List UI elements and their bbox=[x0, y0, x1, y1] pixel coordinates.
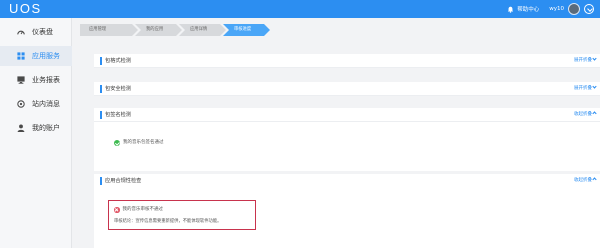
help-center-label: 帮助中心 bbox=[517, 7, 540, 13]
user-menu[interactable]: wy10 bbox=[549, 3, 594, 15]
signature-status: 我的音乐包签名通过 bbox=[114, 140, 164, 146]
toggle-label: 收起折叠 bbox=[574, 112, 592, 117]
expand-toggle[interactable]: 展开折叠 bbox=[574, 84, 597, 93]
sidebar-item-dashboard[interactable]: 仪表盘 bbox=[0, 22, 72, 42]
sidebar-item-messages[interactable]: 站内消息 bbox=[0, 94, 72, 114]
error-icon bbox=[114, 207, 120, 213]
card-title: 包安全检测 bbox=[105, 86, 131, 92]
breadcrumb-app-management[interactable]: 应用管理 bbox=[80, 24, 138, 36]
toggle-label: 收起折叠 bbox=[574, 178, 592, 183]
username-label: wy10 bbox=[549, 6, 564, 12]
help-center-link[interactable]: 帮助中心 bbox=[507, 5, 539, 13]
card-title: 包格式检测 bbox=[105, 58, 131, 64]
collapse-toggle[interactable]: 收起折叠 bbox=[574, 111, 597, 119]
user-icon bbox=[17, 124, 25, 132]
chevron-down-icon[interactable] bbox=[584, 4, 594, 14]
card-package-security-check: 包安全检测 展开折叠 bbox=[94, 82, 600, 96]
chevron-up-icon bbox=[592, 177, 597, 182]
breadcrumb-review-progress: 审核进度 bbox=[223, 24, 270, 36]
review-failure-box: 我的音乐审核不通过 审核结论：宣传信息需要重新提供，不能体现软件功能。 bbox=[108, 200, 256, 230]
bell-icon bbox=[508, 6, 514, 13]
avatar[interactable] bbox=[568, 3, 580, 15]
card-package-signature-check: 包签名检测 收起折叠 我的音乐包签名通过 bbox=[94, 108, 600, 171]
sidebar-item-label: 应用服务 bbox=[32, 52, 60, 60]
expand-toggle[interactable]: 展开折叠 bbox=[574, 56, 597, 65]
card-header: 包安全检测 展开折叠 bbox=[94, 82, 600, 96]
chevron-up-icon bbox=[592, 111, 597, 116]
sidebar-item-app-services[interactable]: 应用服务 bbox=[0, 46, 72, 66]
breadcrumb: 应用管理 我的应用 应用详情 审核进度 bbox=[80, 24, 270, 36]
card-accent-bar bbox=[100, 111, 102, 119]
message-icon bbox=[17, 100, 25, 108]
failure-status: 我的音乐审核不通过 bbox=[114, 207, 163, 213]
sidebar-item-label: 业务报表 bbox=[32, 76, 60, 84]
sidebar-item-label: 站内消息 bbox=[32, 100, 60, 108]
top-right-area: 帮助中心 wy10 bbox=[497, 0, 594, 18]
sidebar-item-label: 我的账户 bbox=[32, 124, 60, 132]
top-bar: UOS 帮助中心 wy10 bbox=[0, 0, 600, 18]
card-header: 包格式检测 展开折叠 bbox=[94, 54, 600, 68]
chevron-down-icon bbox=[592, 56, 597, 61]
card-compliance-check: 应用合规性检查 收起折叠 我的音乐审核不通过 审核结论：宣传信息需要重新提供，不… bbox=[94, 174, 600, 248]
card-header: 应用合规性检查 收起折叠 bbox=[94, 174, 600, 188]
sidebar-item-reports[interactable]: 业务报表 bbox=[0, 70, 72, 90]
card-header: 包签名检测 收起折叠 bbox=[94, 108, 600, 122]
card-accent-bar bbox=[100, 57, 102, 65]
grid-icon bbox=[17, 52, 25, 60]
sidebar-item-account[interactable]: 我的账户 bbox=[0, 118, 72, 138]
status-text: 我的音乐审核不通过 bbox=[122, 207, 164, 212]
report-icon bbox=[17, 76, 25, 84]
check-icon bbox=[114, 140, 120, 146]
sidebar-item-label: 仪表盘 bbox=[32, 28, 53, 36]
card-title: 应用合规性检查 bbox=[105, 178, 142, 184]
breadcrumb-app-details[interactable]: 应用详情 bbox=[179, 24, 226, 36]
card-accent-bar bbox=[100, 85, 102, 93]
toggle-label: 展开折叠 bbox=[574, 86, 592, 91]
card-title: 包签名检测 bbox=[105, 112, 131, 118]
dashboard-icon bbox=[17, 28, 25, 36]
status-text: 我的音乐包签名通过 bbox=[123, 140, 164, 145]
collapse-toggle[interactable]: 收起折叠 bbox=[574, 177, 597, 185]
card-accent-bar bbox=[100, 177, 102, 185]
sidebar: 仪表盘 应用服务 业务报表 站内消息 我的账户 bbox=[0, 18, 72, 248]
card-package-format-check: 包格式检测 展开折叠 bbox=[94, 54, 600, 68]
review-conclusion: 审核结论：宣传信息需要重新提供，不能体现软件功能。 bbox=[114, 219, 222, 224]
breadcrumb-my-apps[interactable]: 我的应用 bbox=[135, 24, 182, 36]
chevron-down-icon bbox=[592, 84, 597, 89]
app-logo[interactable]: UOS bbox=[9, 2, 42, 16]
toggle-label: 展开折叠 bbox=[574, 58, 592, 63]
main-content: 应用管理 我的应用 应用详情 审核进度 包格式检测 展开折叠 包安全检测 展开折… bbox=[80, 18, 600, 248]
